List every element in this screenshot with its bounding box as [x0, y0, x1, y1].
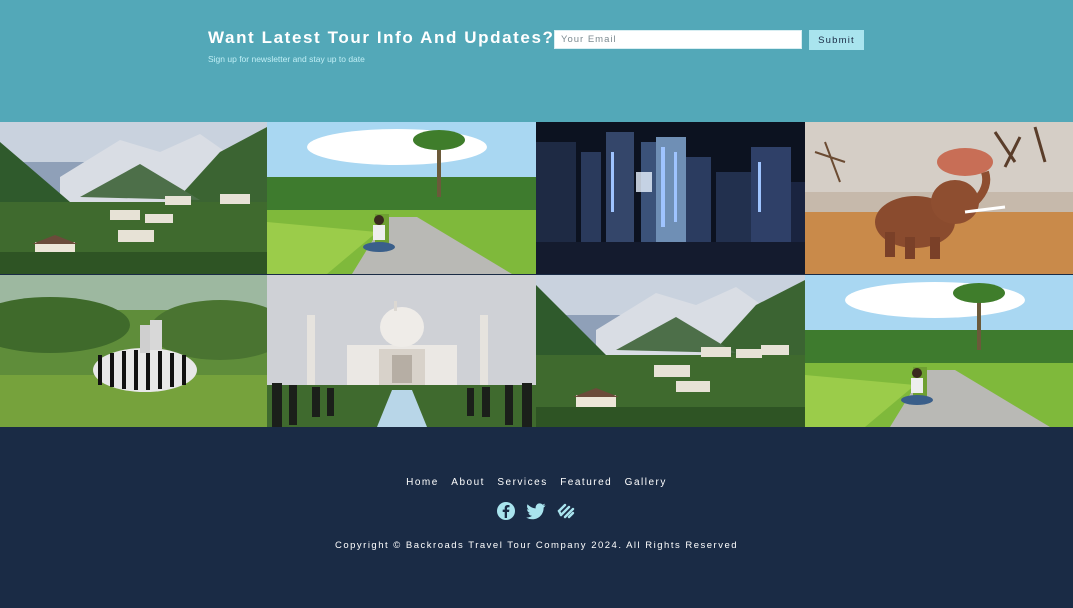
- squarespace-icon[interactable]: [556, 502, 576, 525]
- gallery-image-city-night[interactable]: [536, 122, 805, 274]
- copyright-text: Copyright © Backroads Travel Tour Compan…: [334, 540, 739, 551]
- newsletter-title: Want Latest Tour Info And Updates?: [208, 28, 555, 47]
- footer: Home About Services Featured Gallery Cop…: [0, 427, 1073, 608]
- footer-link-featured[interactable]: Featured: [560, 477, 612, 488]
- social-links: [0, 502, 1073, 525]
- footer-link-gallery[interactable]: Gallery: [625, 477, 667, 488]
- gallery: [0, 122, 1073, 427]
- gallery-image-zebras[interactable]: [0, 275, 267, 427]
- submit-button[interactable]: Submit: [809, 30, 864, 50]
- footer-link-about[interactable]: About: [451, 477, 485, 488]
- email-input[interactable]: [554, 30, 802, 49]
- newsletter-subtitle: Sign up for newsletter and stay up to da…: [208, 54, 365, 64]
- footer-nav: Home About Services Featured Gallery: [0, 472, 1073, 490]
- gallery-image-road-girl-2[interactable]: [805, 275, 1073, 427]
- newsletter-section: Want Latest Tour Info And Updates? Sign …: [0, 0, 1073, 122]
- twitter-icon[interactable]: [525, 502, 546, 525]
- footer-link-home[interactable]: Home: [406, 477, 439, 488]
- gallery-image-road-girl[interactable]: [267, 122, 536, 274]
- gallery-image-taj-mahal[interactable]: [267, 275, 536, 427]
- gallery-image-elephant[interactable]: [805, 122, 1073, 274]
- gallery-image-mountain-village[interactable]: [0, 122, 267, 274]
- gallery-image-mountain-village-2[interactable]: [536, 275, 805, 427]
- facebook-icon[interactable]: [497, 502, 516, 525]
- footer-link-services[interactable]: Services: [497, 477, 547, 488]
